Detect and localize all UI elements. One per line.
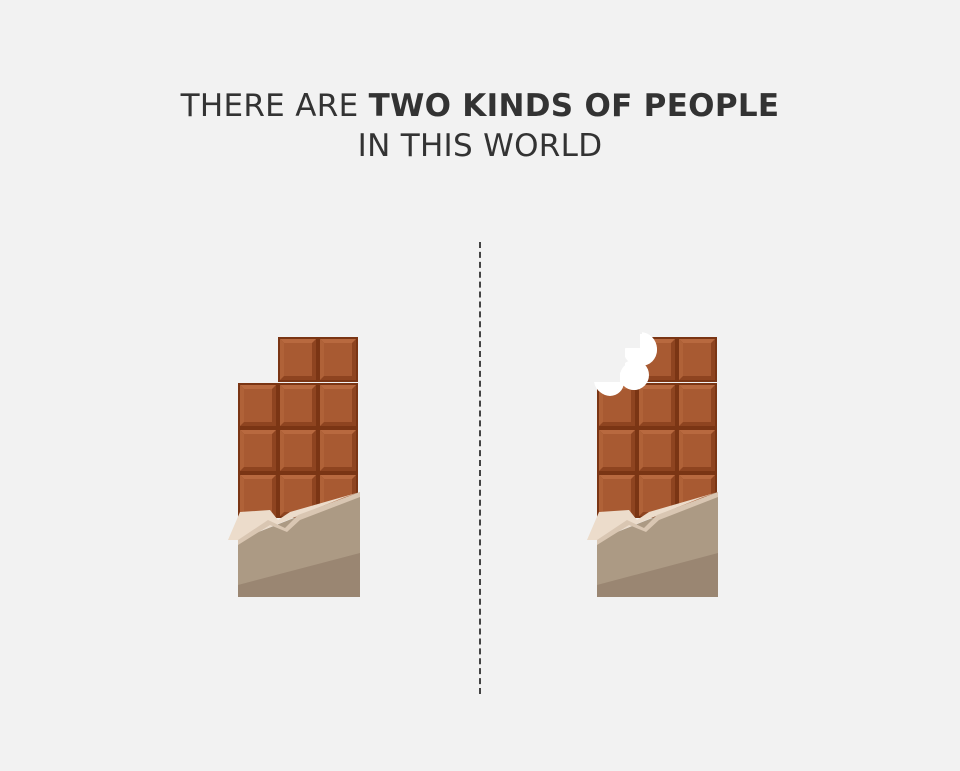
- right-chocolate-bar-icon: [587, 330, 718, 597]
- left-chocolate-bar-icon: [228, 337, 360, 597]
- illustrations-canvas: [228, 330, 718, 597]
